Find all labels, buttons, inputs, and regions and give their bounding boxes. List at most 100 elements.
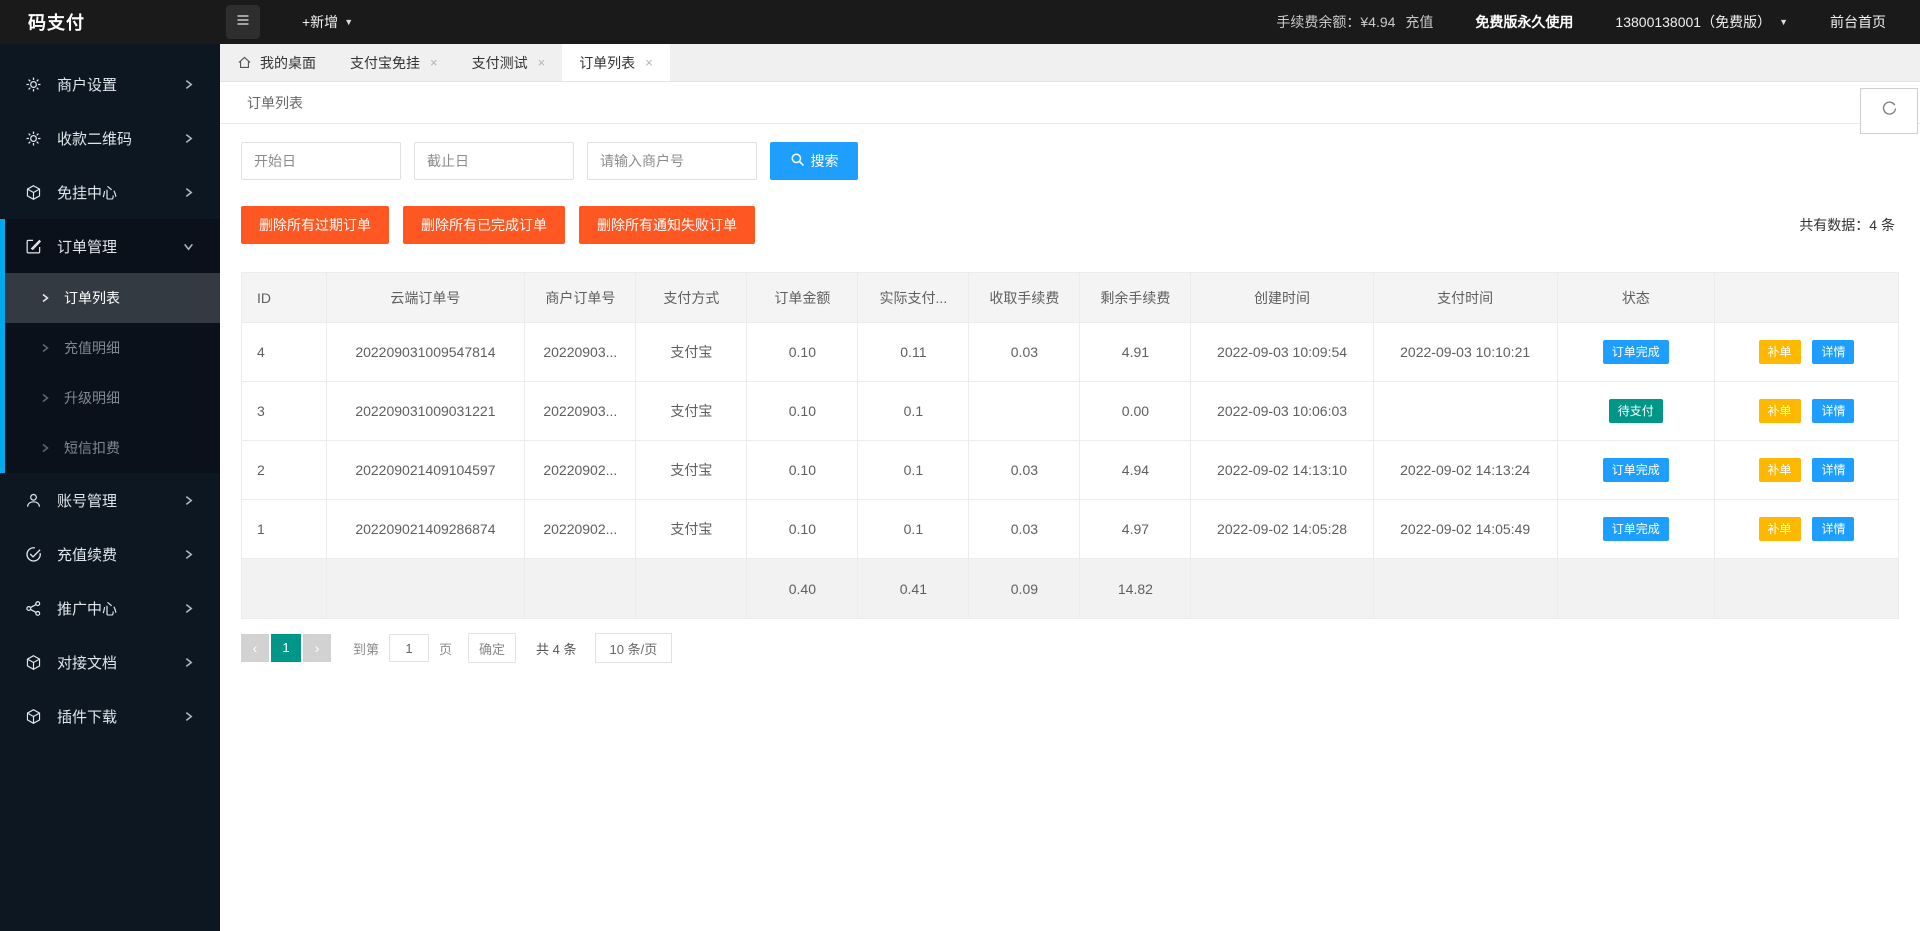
share-icon bbox=[25, 600, 42, 617]
cube-icon bbox=[25, 184, 42, 201]
table-row: 3 202209031009031221 20220903... 支付宝 0.1… bbox=[242, 382, 1899, 441]
delete-completed-orders-button[interactable]: 删除所有已完成订单 bbox=[403, 206, 565, 244]
sidebar-item-free-hang-center[interactable]: 免挂中心 bbox=[0, 165, 220, 219]
supplement-order-button[interactable]: 补单 bbox=[1759, 517, 1801, 541]
supplement-order-button[interactable]: 补单 bbox=[1759, 399, 1801, 423]
hamburger-icon bbox=[235, 12, 251, 33]
detail-button[interactable]: 详情 bbox=[1812, 340, 1854, 364]
page-unit-label: 页 bbox=[439, 639, 452, 658]
page-size-select[interactable]: 10 条/页 bbox=[595, 633, 673, 663]
status-badge: 待支付 bbox=[1609, 399, 1663, 423]
status-badge: 订单完成 bbox=[1603, 340, 1669, 364]
check-icon bbox=[25, 546, 42, 563]
detail-button[interactable]: 详情 bbox=[1812, 458, 1854, 482]
column-header: 支付时间 bbox=[1373, 273, 1557, 323]
pagination: ‹ 1 › 到第 页 确定 共 4 条 10 条/页 bbox=[241, 633, 1899, 663]
merchant-id-input[interactable] bbox=[587, 142, 757, 180]
supplement-order-button[interactable]: 补单 bbox=[1759, 458, 1801, 482]
account-dropdown[interactable]: 13800138001（免费版） ▼ bbox=[1615, 12, 1788, 32]
front-home-link[interactable]: 前台首页 bbox=[1830, 12, 1886, 32]
detail-button[interactable]: 详情 bbox=[1812, 517, 1854, 541]
sidebar-item-api-docs[interactable]: 对接文档 bbox=[0, 635, 220, 689]
sidebar-item-order-management[interactable]: 订单管理 bbox=[0, 219, 220, 273]
cube-icon bbox=[25, 708, 42, 725]
next-page-button[interactable]: › bbox=[303, 634, 331, 662]
chevron-down-icon bbox=[183, 241, 194, 252]
goto-page-label: 到第 bbox=[353, 639, 379, 658]
summary-fee-left: 14.82 bbox=[1080, 559, 1191, 619]
column-header: 实际支付... bbox=[858, 273, 969, 323]
chevron-right-icon bbox=[183, 187, 194, 198]
home-icon bbox=[237, 55, 252, 70]
column-header: 商户订单号 bbox=[525, 273, 636, 323]
delete-notify-failed-orders-button[interactable]: 删除所有通知失败订单 bbox=[579, 206, 755, 244]
search-button[interactable]: 搜索 bbox=[770, 142, 858, 180]
sidebar-item-promotion-center[interactable]: 推广中心 bbox=[0, 581, 220, 635]
user-icon bbox=[25, 492, 42, 509]
close-icon[interactable]: × bbox=[645, 55, 653, 70]
sidebar-item-upgrade-detail[interactable]: 升级明细 bbox=[0, 373, 220, 423]
gear-icon bbox=[25, 130, 42, 147]
refresh-icon bbox=[1880, 99, 1899, 123]
chevron-right-icon bbox=[183, 549, 194, 560]
summary-paid: 0.41 bbox=[858, 559, 969, 619]
column-header bbox=[1715, 273, 1899, 323]
sidebar-item-order-list[interactable]: 订单列表 bbox=[0, 273, 220, 323]
recharge-link[interactable]: 充值 bbox=[1405, 12, 1433, 32]
tab-alipay-free-hang[interactable]: 支付宝免挂 × bbox=[333, 44, 455, 81]
summary-row: 0.40 0.41 0.09 14.82 bbox=[242, 559, 1899, 619]
tab-my-desktop[interactable]: 我的桌面 bbox=[220, 44, 333, 81]
sidebar-item-sms-deduction[interactable]: 短信扣费 bbox=[0, 423, 220, 473]
column-header: 订单金额 bbox=[747, 273, 858, 323]
content-area: 我的桌面 支付宝免挂 × 支付测试 × 订单列表 × 订单列表 搜索 bbox=[220, 44, 1920, 931]
new-dropdown[interactable]: +新增 ▼ bbox=[302, 12, 353, 32]
column-header: 收取手续费 bbox=[969, 273, 1080, 323]
refresh-button[interactable] bbox=[1860, 88, 1918, 134]
confirm-page-button[interactable]: 确定 bbox=[468, 633, 516, 663]
table-row: 1 202209021409286874 20220902... 支付宝 0.1… bbox=[242, 500, 1899, 559]
status-badge: 订单完成 bbox=[1603, 458, 1669, 482]
caret-down-icon: ▼ bbox=[344, 17, 353, 27]
fee-balance: 手续费余额：¥4.94 充值 bbox=[1276, 12, 1433, 32]
current-page[interactable]: 1 bbox=[271, 634, 301, 662]
sidebar-item-plugin-download[interactable]: 插件下载 bbox=[0, 689, 220, 743]
summary-amount: 0.40 bbox=[747, 559, 858, 619]
status-badge: 订单完成 bbox=[1603, 517, 1669, 541]
start-date-input[interactable] bbox=[241, 142, 401, 180]
goto-page-input[interactable] bbox=[389, 634, 429, 662]
menu-toggle-button[interactable] bbox=[226, 5, 260, 39]
cube-icon bbox=[25, 654, 42, 671]
close-icon[interactable]: × bbox=[430, 55, 438, 70]
chevron-right-icon bbox=[183, 79, 194, 90]
sidebar-item-recharge-renew[interactable]: 充值续费 bbox=[0, 527, 220, 581]
detail-button[interactable]: 详情 bbox=[1812, 399, 1854, 423]
end-date-input[interactable] bbox=[414, 142, 574, 180]
summary-fee: 0.09 bbox=[969, 559, 1080, 619]
app-logo: 码支付 bbox=[0, 9, 220, 35]
tab-order-list[interactable]: 订单列表 × bbox=[562, 44, 670, 81]
chevron-right-icon bbox=[183, 133, 194, 144]
column-header: 状态 bbox=[1557, 273, 1714, 323]
sidebar-item-account-management[interactable]: 账号管理 bbox=[0, 473, 220, 527]
sidebar-item-qrcode[interactable]: 收款二维码 bbox=[0, 111, 220, 165]
sidebar-item-recharge-detail[interactable]: 充值明细 bbox=[0, 323, 220, 373]
supplement-order-button[interactable]: 补单 bbox=[1759, 340, 1801, 364]
table-row: 4 202209031009547814 20220903... 支付宝 0.1… bbox=[242, 323, 1899, 382]
page-title: 订单列表 bbox=[220, 82, 1920, 124]
chevron-right-icon bbox=[183, 603, 194, 614]
chevron-right-icon bbox=[183, 711, 194, 722]
orders-table: ID 云端订单号 商户订单号 支付方式 订单金额 实际支付... 收取手续费 剩… bbox=[241, 272, 1899, 619]
close-icon[interactable]: × bbox=[538, 55, 546, 70]
tab-bar: 我的桌面 支付宝免挂 × 支付测试 × 订单列表 × bbox=[220, 44, 1920, 82]
sidebar: 商户设置 收款二维码 免挂中心 订单管理 订单列表 充值明细 升级明细 bbox=[0, 44, 220, 931]
column-header: ID bbox=[242, 273, 327, 323]
prev-page-button[interactable]: ‹ bbox=[241, 634, 269, 662]
delete-expired-orders-button[interactable]: 删除所有过期订单 bbox=[241, 206, 389, 244]
total-count-label: 共 4 条 bbox=[536, 639, 576, 658]
tab-payment-test[interactable]: 支付测试 × bbox=[455, 44, 563, 81]
chevron-right-icon bbox=[40, 393, 50, 403]
edit-icon bbox=[25, 238, 42, 255]
sidebar-item-merchant-settings[interactable]: 商户设置 bbox=[0, 57, 220, 111]
chevron-right-icon bbox=[183, 495, 194, 506]
chevron-right-icon bbox=[40, 343, 50, 353]
